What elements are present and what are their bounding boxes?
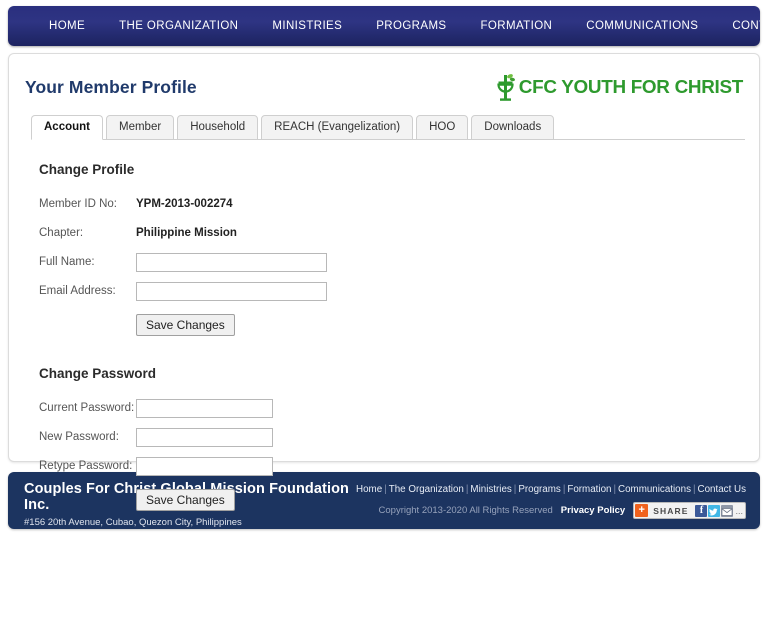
- account-tab-panel: Change Profile Member ID No: YPM-2013-00…: [9, 140, 759, 511]
- profile-tabs: Account Member Household REACH (Evangeli…: [31, 115, 759, 140]
- password-save-row: Save Changes: [136, 489, 759, 511]
- save-profile-button[interactable]: Save Changes: [136, 314, 235, 336]
- member-id-row: Member ID No: YPM-2013-002274: [39, 190, 759, 218]
- email-row: Email Address:: [39, 277, 759, 305]
- retype-password-input[interactable]: [136, 456, 273, 476]
- page-title: Your Member Profile: [25, 76, 197, 97]
- card-header: Your Member Profile CFC YOUTH FOR CHRIST: [9, 54, 759, 106]
- new-password-label: New Password:: [39, 431, 119, 443]
- tab-hoo[interactable]: HOO: [416, 115, 469, 140]
- current-password-label: Current Password:: [39, 402, 135, 414]
- change-profile-heading: Change Profile: [39, 162, 135, 177]
- current-password-row: Current Password:: [39, 394, 759, 422]
- content-card: Your Member Profile CFC YOUTH FOR CHRIST: [8, 53, 760, 511]
- tab-account[interactable]: Account: [31, 115, 103, 140]
- retype-password-label: Retype Password:: [39, 460, 133, 472]
- new-password-row: New Password:: [39, 423, 759, 451]
- save-password-button[interactable]: Save Changes: [136, 489, 235, 511]
- member-id-label: Member ID No:: [39, 198, 117, 210]
- nav-item-formation[interactable]: FORMATION: [464, 6, 570, 46]
- tab-member[interactable]: Member: [106, 115, 175, 140]
- page-root: HOME THE ORGANIZATION MINISTRIES PROGRAM…: [0, 0, 768, 633]
- member-id-value: YPM-2013-002274: [136, 198, 233, 210]
- cross-chalice-icon: [497, 74, 516, 101]
- nav-item-ministries[interactable]: MINISTRIES: [255, 6, 359, 46]
- tab-household[interactable]: Household: [177, 115, 259, 140]
- new-password-input[interactable]: [136, 427, 273, 447]
- nav-item-the-organization[interactable]: THE ORGANIZATION: [102, 6, 255, 46]
- chapter-row: Chapter: Philippine Mission: [39, 219, 759, 247]
- chapter-label: Chapter:: [39, 227, 84, 239]
- footer-address-line-1: #156 20th Avenue, Cubao, Quezon City, Ph…: [24, 517, 242, 528]
- full-name-input[interactable]: [136, 252, 327, 272]
- logo-text: CFC YOUTH FOR CHRIST: [519, 76, 744, 97]
- profile-save-row: Save Changes: [136, 314, 759, 336]
- nav-item-programs[interactable]: PROGRAMS: [359, 6, 463, 46]
- cfc-yfc-logo[interactable]: CFC YOUTH FOR CHRIST: [494, 72, 744, 102]
- full-name-row: Full Name:: [39, 248, 759, 276]
- email-input[interactable]: [136, 281, 327, 301]
- chapter-value: Philippine Mission: [136, 227, 237, 239]
- tab-downloads[interactable]: Downloads: [471, 115, 555, 140]
- email-label: Email Address:: [39, 285, 116, 297]
- tab-reach-evangelization[interactable]: REACH (Evangelization): [261, 115, 414, 140]
- nav-item-communications[interactable]: COMMUNICATIONS: [569, 6, 715, 46]
- nav-item-home[interactable]: HOME: [32, 6, 102, 46]
- retype-password-row: Retype Password:: [39, 452, 759, 480]
- nav-item-contact-us[interactable]: CONTACT US: [715, 6, 760, 46]
- footer-address-line-2: TRUNKLINE: (632) 709-4868 FAX NO: (632) …: [24, 529, 356, 530]
- full-name-label: Full Name:: [39, 256, 95, 268]
- change-password-heading: Change Password: [39, 366, 157, 381]
- current-password-input[interactable]: [136, 398, 273, 418]
- main-navigation: HOME THE ORGANIZATION MINISTRIES PROGRAM…: [8, 6, 760, 46]
